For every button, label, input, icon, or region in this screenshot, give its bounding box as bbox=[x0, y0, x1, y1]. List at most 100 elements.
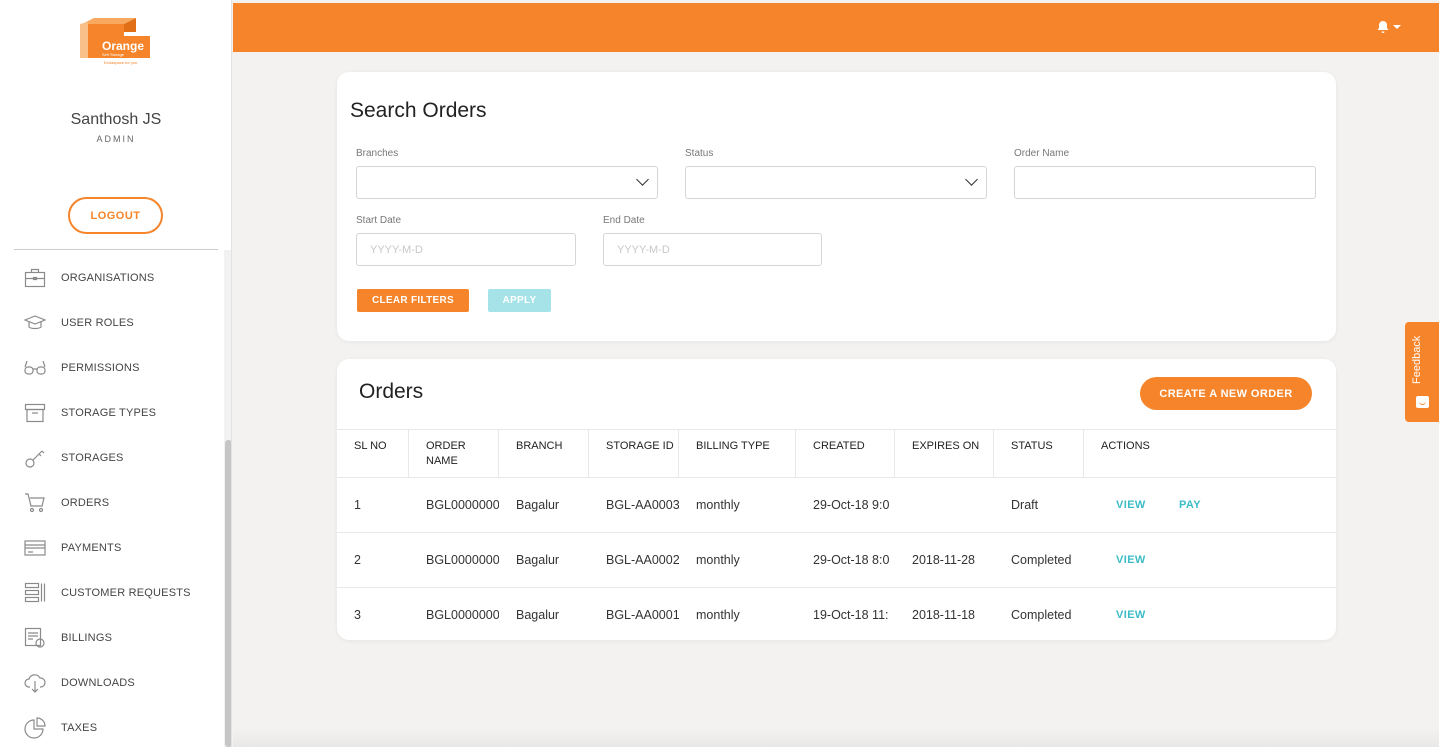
cell-billing-type: monthly bbox=[696, 553, 740, 567]
column-header[interactable]: BRANCH bbox=[499, 430, 589, 477]
cell-branch: Bagalur bbox=[516, 608, 560, 622]
brand-logo[interactable]: Orange Self Storage Extraspace for you bbox=[78, 18, 152, 68]
svg-text:Self Storage: Self Storage bbox=[102, 52, 125, 57]
notifications-button[interactable] bbox=[1376, 20, 1401, 34]
order-name-label: Order Name bbox=[1014, 148, 1070, 159]
sidebar-item-label: USER ROLES bbox=[61, 316, 134, 329]
apply-button[interactable]: APPLY bbox=[488, 289, 551, 312]
cell-storage-id: BGL-AA0003 bbox=[606, 498, 679, 512]
column-header[interactable]: STORAGE ID bbox=[589, 430, 679, 477]
feedback-tab[interactable]: Feedback bbox=[1405, 322, 1439, 422]
sidebar-nav: ORGANISATIONS USER ROLES PERMISSIONS STO… bbox=[0, 255, 224, 747]
column-header[interactable]: SL NO bbox=[337, 430, 409, 477]
sidebar-item-label: CUSTOMER REQUESTS bbox=[61, 586, 191, 599]
cell-sl-no: 1 bbox=[354, 498, 361, 512]
sidebar-item-label: ORDERS bbox=[61, 496, 110, 509]
sidebar-item-label: PERMISSIONS bbox=[61, 361, 140, 374]
cell-billing-type: monthly bbox=[696, 608, 740, 622]
feedback-label: Feedback bbox=[1411, 335, 1423, 384]
smile-icon bbox=[1416, 396, 1429, 408]
sidebar-item-storages[interactable]: STORAGES bbox=[0, 435, 224, 480]
cell-branch: Bagalur bbox=[516, 553, 560, 567]
sidebar-item-label: BILLINGS bbox=[61, 631, 113, 644]
create-order-button[interactable]: CREATE A NEW ORDER bbox=[1140, 377, 1312, 410]
sidebar-item-orders[interactable]: ORDERS bbox=[0, 480, 224, 525]
sidebar-item-payments[interactable]: PAYMENTS bbox=[0, 525, 224, 570]
column-header[interactable]: CREATED bbox=[796, 430, 895, 477]
start-date-placeholder: YYYY-M-D bbox=[370, 243, 423, 256]
start-date-label: Start Date bbox=[356, 215, 402, 226]
table-header: SL NO ORDER NAME BRANCH STORAGE ID BILLI… bbox=[337, 429, 1336, 478]
sidebar-item-label: PAYMENTS bbox=[61, 541, 122, 554]
chevron-down-icon bbox=[1393, 25, 1401, 29]
column-header[interactable]: ACTIONS bbox=[1084, 430, 1336, 477]
search-orders-card: Search Orders Branches Status Order Name… bbox=[337, 72, 1336, 341]
bell-icon bbox=[1377, 21, 1389, 33]
sidebar-item-downloads[interactable]: DOWNLOADS bbox=[0, 660, 224, 705]
cell-created: 29-Oct-18 9:0 bbox=[813, 498, 890, 512]
user-name: Santhosh JS bbox=[70, 111, 162, 128]
end-date-placeholder: YYYY-M-D bbox=[617, 243, 670, 256]
sidebar-item-user-roles[interactable]: USER ROLES bbox=[0, 300, 224, 345]
chevron-down-icon bbox=[965, 173, 978, 186]
cell-storage-id: BGL-AA0001 bbox=[606, 608, 679, 622]
sidebar-item-customer-requests[interactable]: CUSTOMER REQUESTS bbox=[0, 570, 224, 615]
cell-branch: Bagalur bbox=[516, 498, 560, 512]
sidebar-item-storage-types[interactable]: STORAGE TYPES bbox=[0, 390, 224, 435]
logout-button[interactable]: LOGOUT bbox=[68, 197, 163, 234]
cell-sl-no: 2 bbox=[354, 553, 361, 567]
sidebar-item-label: STORAGES bbox=[61, 451, 124, 464]
start-date-input[interactable]: YYYY-M-D bbox=[356, 233, 576, 266]
sidebar-item-label: STORAGE TYPES bbox=[61, 406, 157, 419]
search-title: Search Orders bbox=[350, 99, 487, 122]
table-row[interactable]: 3 BGL0000000 Bagalur BGL-AA0001 monthly … bbox=[337, 588, 1336, 643]
cell-order-name: BGL0000000 bbox=[426, 553, 499, 567]
cell-created: 19-Oct-18 11: bbox=[813, 608, 889, 622]
bottom-shadow bbox=[233, 728, 1439, 747]
cell-billing-type: monthly bbox=[696, 498, 740, 512]
status-select[interactable] bbox=[685, 166, 987, 199]
sidebar-item-label: DOWNLOADS bbox=[61, 676, 135, 689]
branches-select[interactable] bbox=[356, 166, 658, 199]
cell-order-name: BGL0000000 bbox=[426, 608, 499, 622]
sidebar-divider bbox=[14, 249, 218, 250]
clear-filters-button[interactable]: CLEAR FILTERS bbox=[357, 289, 469, 312]
sidebar-item-billings[interactable]: BILLINGS bbox=[0, 615, 224, 660]
archive-box-icon bbox=[24, 402, 46, 424]
sidebar-scrollbar-thumb[interactable] bbox=[225, 440, 231, 747]
order-name-input[interactable] bbox=[1014, 166, 1316, 199]
billing-icon bbox=[24, 627, 46, 649]
pie-chart-icon bbox=[24, 716, 46, 739]
view-link[interactable]: VIEW bbox=[1116, 478, 1146, 532]
branches-label: Branches bbox=[356, 148, 399, 159]
end-date-input[interactable]: YYYY-M-D bbox=[603, 233, 822, 266]
column-header[interactable]: BILLING TYPE bbox=[679, 430, 796, 477]
column-header[interactable]: EXPIRES ON bbox=[895, 430, 994, 477]
cell-expires-on: 2018-11-18 bbox=[912, 608, 976, 622]
top-bar bbox=[233, 3, 1439, 52]
column-header[interactable]: ORDER NAME bbox=[409, 430, 499, 477]
list-icon bbox=[24, 582, 46, 604]
sidebar-item-label: ORGANISATIONS bbox=[61, 271, 155, 284]
table-row[interactable]: 2 BGL0000000 Bagalur BGL-AA0002 monthly … bbox=[337, 533, 1336, 588]
view-link[interactable]: VIEW bbox=[1116, 533, 1146, 587]
orders-card: Orders CREATE A NEW ORDER SL NO ORDER NA… bbox=[337, 359, 1336, 640]
cell-expires-on bbox=[895, 478, 994, 532]
view-link[interactable]: VIEW bbox=[1116, 588, 1146, 642]
sidebar-item-permissions[interactable]: PERMISSIONS bbox=[0, 345, 224, 390]
cell-status: Completed bbox=[1011, 608, 1072, 622]
cell-status: Completed bbox=[1011, 553, 1072, 567]
cart-icon bbox=[24, 492, 46, 514]
chevron-down-icon bbox=[636, 173, 649, 186]
glasses-icon bbox=[24, 357, 46, 379]
svg-text:Orange: Orange bbox=[102, 39, 144, 53]
sidebar-item-taxes[interactable]: TAXES bbox=[0, 705, 224, 747]
cell-storage-id: BGL-AA0002 bbox=[606, 553, 679, 567]
svg-text:Extraspace for you: Extraspace for you bbox=[104, 60, 137, 65]
status-label: Status bbox=[685, 148, 714, 159]
pay-link[interactable]: PAY bbox=[1179, 478, 1201, 532]
sidebar: Orange Self Storage Extraspace for you S… bbox=[0, 0, 232, 747]
column-header[interactable]: STATUS bbox=[994, 430, 1084, 477]
table-row[interactable]: 1 BGL0000000 Bagalur BGL-AA0003 monthly … bbox=[337, 478, 1336, 533]
sidebar-item-organisations[interactable]: ORGANISATIONS bbox=[0, 255, 224, 300]
